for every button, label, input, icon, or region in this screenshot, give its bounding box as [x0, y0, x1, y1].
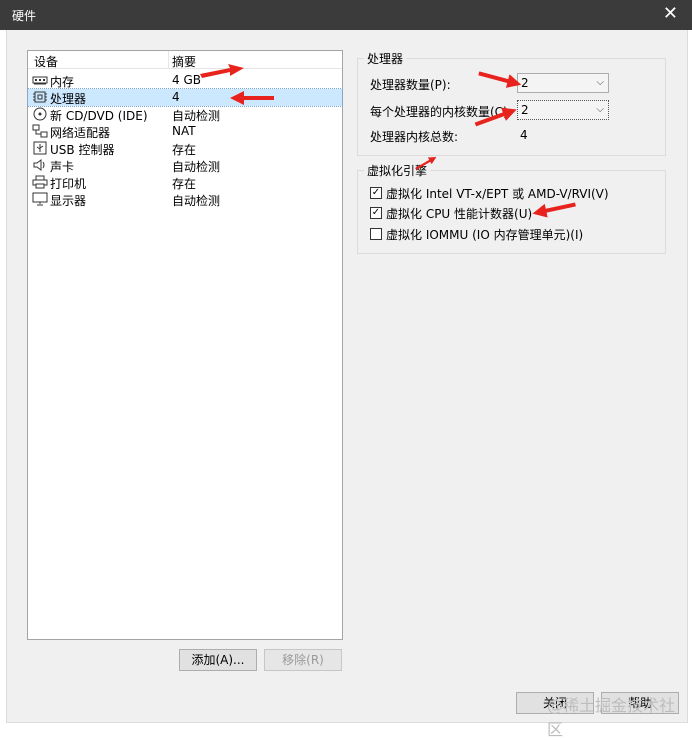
- cpu-counter-checkbox[interactable]: ✓: [370, 207, 382, 219]
- add-button[interactable]: 添加(A)...: [179, 649, 257, 671]
- device-name: 处理器: [50, 92, 87, 106]
- display-icon: [32, 192, 48, 206]
- column-header-device[interactable]: 设备: [34, 53, 58, 70]
- iommu-label[interactable]: 虚拟化 IOMMU (IO 内存管理单元)(I): [386, 226, 583, 243]
- total-cores-value: 4: [520, 128, 528, 142]
- device-list[interactable]: 设备 摘要 内存 4 GB 处理器 4 新 CD/DVD (IDE) 自动检测 …: [27, 50, 343, 640]
- memory-icon: [32, 73, 48, 87]
- processor-count-value: 2: [521, 76, 529, 90]
- window-title: 硬件: [12, 9, 37, 23]
- processor-group-label: 处理器: [364, 50, 407, 67]
- dialog-body: 设备 摘要 内存 4 GB 处理器 4 新 CD/DVD (IDE) 自动检测 …: [6, 30, 688, 739]
- cores-per-processor-value: 2: [521, 103, 529, 117]
- network-icon: [32, 124, 48, 138]
- chevron-down-icon: ⌵: [596, 77, 604, 88]
- processor-count-label: 处理器数量(P):: [370, 78, 451, 92]
- title-bar: 硬件 ✕: [0, 0, 692, 30]
- device-name: 声卡: [50, 160, 75, 174]
- device-summary: 4 GB: [172, 73, 201, 87]
- total-cores-label: 处理器内核总数:: [370, 130, 459, 144]
- processor-group: 处理器 处理器数量(P): 2 ⌵ 每个处理器的内核数量(C): 2 ⌵ 处理器…: [357, 50, 666, 156]
- cores-per-processor-label: 每个处理器的内核数量(C):: [370, 105, 512, 119]
- chevron-down-icon: ⌵: [596, 104, 604, 115]
- device-name: 显示器: [50, 194, 87, 208]
- processor-count-select[interactable]: 2 ⌵: [517, 73, 609, 93]
- device-row-usb[interactable]: USB 控制器 存在: [28, 140, 342, 157]
- device-name: 网络适配器: [50, 126, 111, 140]
- sound-icon: [32, 158, 48, 172]
- device-name: USB 控制器: [50, 143, 115, 157]
- printer-icon: [32, 175, 48, 189]
- device-list-header: 设备 摘要: [28, 51, 342, 69]
- device-row-cd-dvd[interactable]: 新 CD/DVD (IDE) 自动检测: [28, 106, 342, 123]
- close-icon[interactable]: ✕: [663, 4, 678, 24]
- column-header-summary[interactable]: 摘要: [172, 53, 196, 70]
- device-name: 内存: [50, 75, 75, 89]
- device-name: 新 CD/DVD (IDE): [50, 109, 148, 123]
- device-row-sound[interactable]: 声卡 自动检测: [28, 157, 342, 174]
- device-summary: 存在: [172, 143, 197, 157]
- device-row-processor[interactable]: 处理器 4: [27, 88, 343, 107]
- device-row-printer[interactable]: 打印机 存在: [28, 174, 342, 191]
- vtx-checkbox[interactable]: ✓: [370, 187, 382, 199]
- device-summary: 存在: [172, 177, 197, 191]
- cd-dvd-icon: [32, 107, 48, 121]
- device-summary: NAT: [172, 124, 196, 138]
- usb-icon: [32, 141, 48, 155]
- virtualization-group-label: 虚拟化引擎: [364, 162, 431, 179]
- cores-per-processor-select[interactable]: 2 ⌵: [517, 100, 609, 120]
- device-summary: 自动检测: [172, 160, 221, 174]
- device-row-display[interactable]: 显示器 自动检测: [28, 191, 342, 208]
- processor-icon: [32, 90, 48, 104]
- virtualization-group: 虚拟化引擎 ✓ 虚拟化 Intel VT-x/EPT 或 AMD-V/RVI(V…: [357, 162, 666, 254]
- watermark: @稀土掘金技术社区: [547, 696, 676, 739]
- device-summary: 4: [172, 90, 180, 104]
- device-row-memory[interactable]: 内存 4 GB: [28, 72, 342, 89]
- device-summary: 自动检测: [172, 194, 221, 208]
- device-row-network[interactable]: 网络适配器 NAT: [28, 123, 342, 140]
- vtx-label[interactable]: 虚拟化 Intel VT-x/EPT 或 AMD-V/RVI(V): [386, 185, 609, 202]
- device-summary: 自动检测: [172, 109, 221, 123]
- remove-button[interactable]: 移除(R): [264, 649, 342, 671]
- cpu-counter-label[interactable]: 虚拟化 CPU 性能计数器(U): [386, 205, 532, 222]
- iommu-checkbox[interactable]: [370, 228, 382, 240]
- device-name: 打印机: [50, 177, 87, 191]
